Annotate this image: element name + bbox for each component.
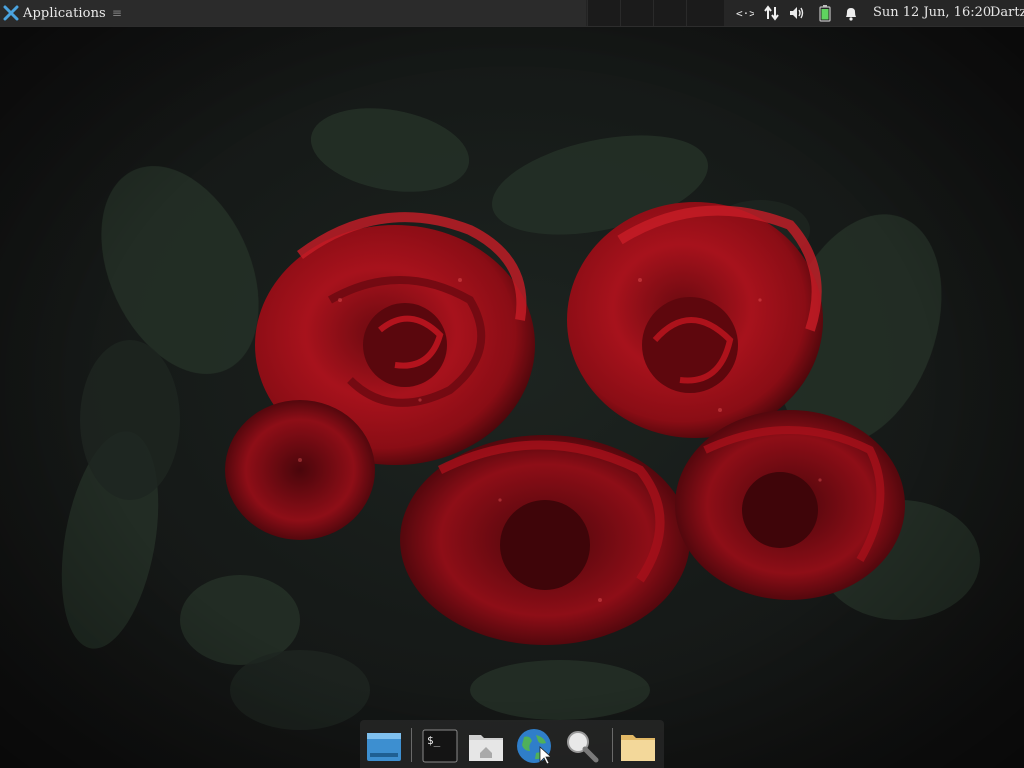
applications-label: Applications [23, 5, 106, 21]
xfce-logo-icon [3, 5, 19, 21]
system-tray: <·> Sun 12 Jun, 16:20 Dartz [724, 0, 1024, 26]
dock-separator [612, 728, 613, 762]
terminal-prompt: $_ [427, 734, 441, 747]
desktop-wallpaper [0, 0, 1024, 768]
workspace-1-button[interactable] [587, 0, 620, 26]
dock-separator [411, 728, 412, 762]
svg-text:<·>: <·> [736, 7, 754, 20]
search-icon[interactable] [562, 727, 602, 765]
files-icon[interactable] [618, 727, 658, 765]
battery-icon[interactable] [816, 4, 834, 22]
show-desktop-icon[interactable] [364, 727, 404, 765]
web-browser-icon[interactable] [514, 727, 554, 765]
transfer-arrows-icon[interactable] [763, 4, 781, 22]
user-menu[interactable]: Dartz [990, 5, 1024, 20]
menu-grip-icon: ≡ [111, 6, 122, 20]
applications-menu-button[interactable]: Applications ≡ [0, 0, 586, 26]
workspace-3-button[interactable] [653, 0, 686, 26]
clock[interactable]: Sun 12 Jun, 16:20 [873, 5, 991, 20]
network-wired-icon[interactable]: <·> [736, 4, 754, 22]
home-folder-icon[interactable] [466, 727, 506, 765]
notification-bell-icon[interactable] [842, 4, 860, 22]
workspace-2-button[interactable] [620, 0, 653, 26]
volume-icon[interactable] [788, 4, 806, 22]
top-panel: Applications ≡ <·> Sun 12 Jun, 16:20 Dar… [0, 0, 1024, 27]
dock: $_ [360, 720, 664, 768]
workspace-4-button[interactable] [686, 0, 724, 26]
terminal-icon[interactable]: $_ [420, 727, 460, 765]
